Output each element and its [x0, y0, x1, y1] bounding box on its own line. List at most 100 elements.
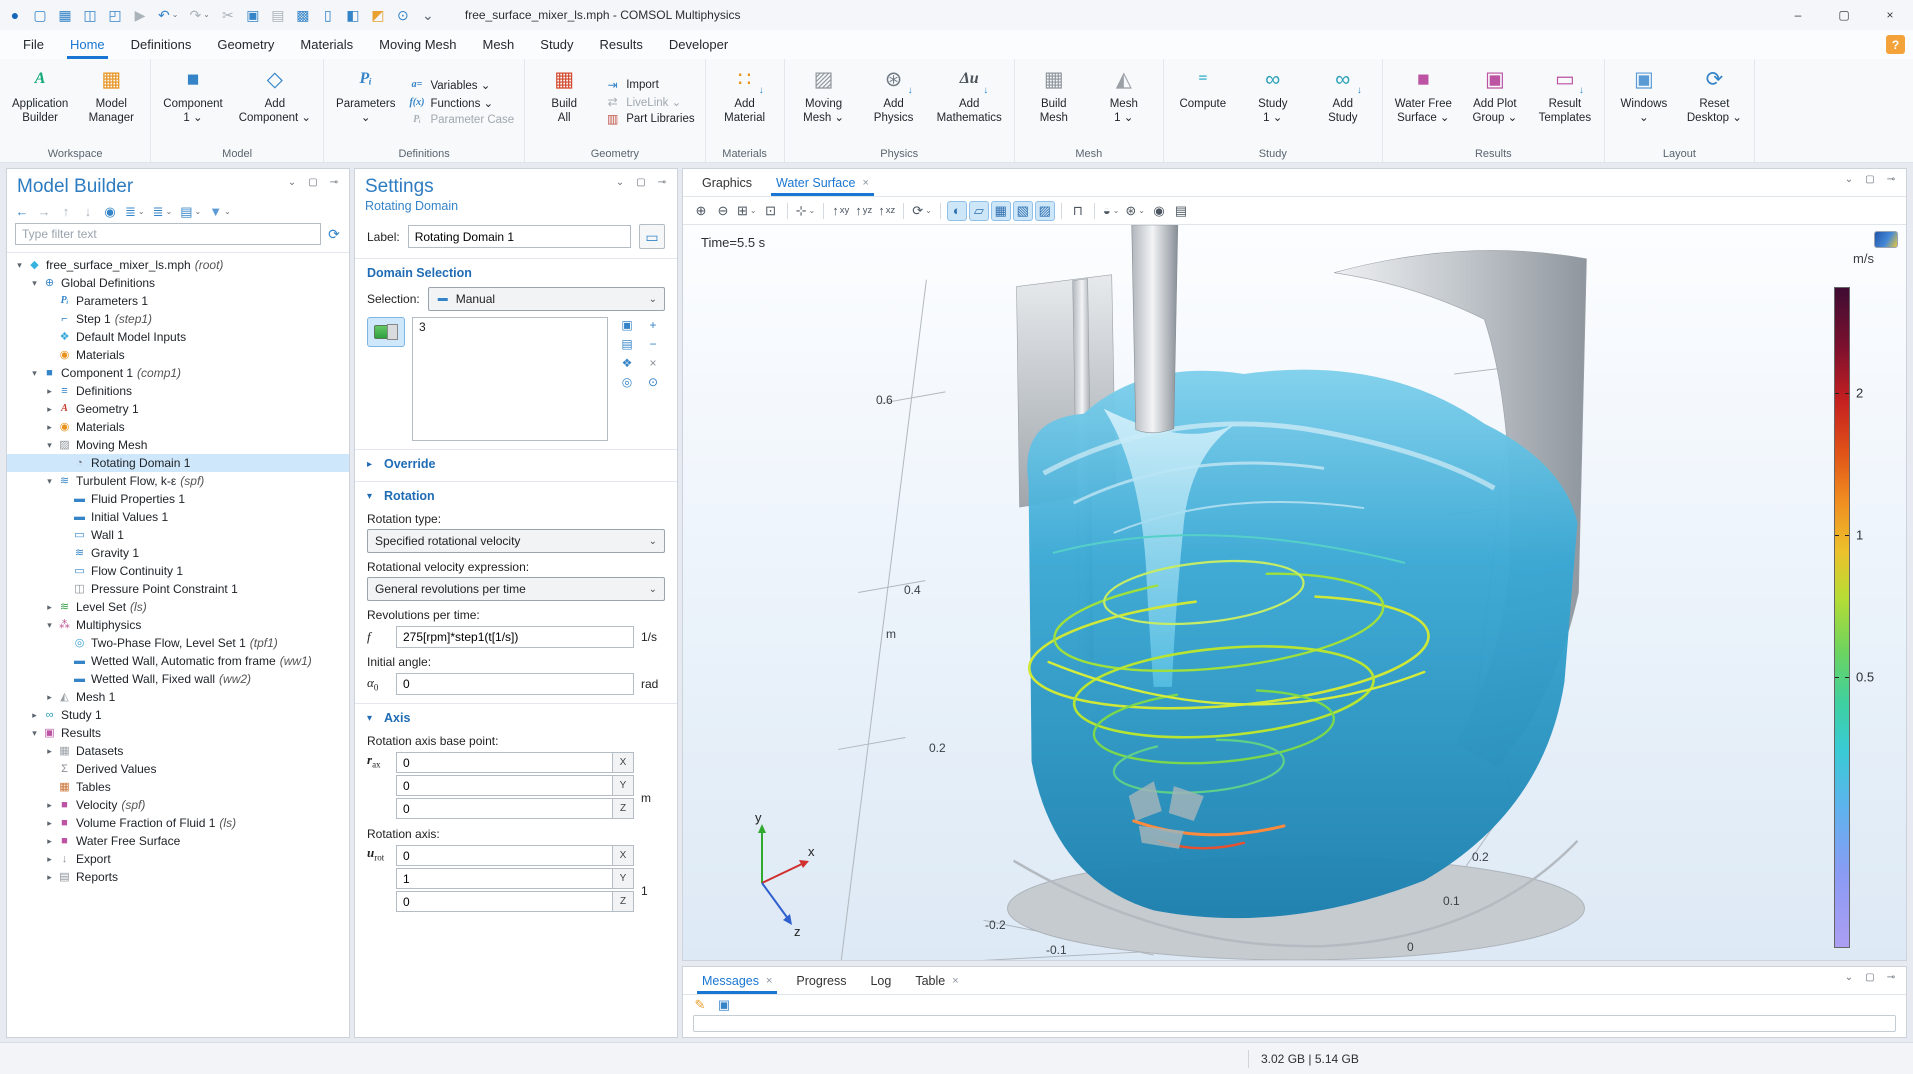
panel-menu-icon[interactable]: ⌄: [1842, 175, 1856, 185]
panel-pin-icon[interactable]: ⊸: [327, 178, 341, 188]
default-view-button[interactable]: ⊹⌄: [794, 201, 818, 221]
functions-button[interactable]: f(x)Functions ⌄: [409, 96, 514, 110]
tree-node[interactable]: ▾▣Results: [7, 724, 349, 742]
axis-z-input[interactable]: [396, 891, 612, 912]
graphics-canvas[interactable]: Time=5.5 s 0.60.4m0.2-0.2-0.100.10.2 m/s…: [683, 225, 1906, 960]
show-icon[interactable]: ◉: [103, 205, 117, 218]
tree-node[interactable]: ▾⁂Multiphysics: [7, 616, 349, 634]
close-tab-icon[interactable]: ×: [952, 975, 958, 987]
parameters-button[interactable]: PᵢParameters⌄: [329, 59, 402, 145]
duplicate-icon[interactable]: ▩: [296, 8, 310, 22]
base-x-input[interactable]: [396, 752, 612, 773]
view-xz-button[interactable]: ↑xz: [876, 201, 897, 221]
chevron-down-icon[interactable]: ▾: [13, 260, 26, 271]
filter-input[interactable]: [15, 223, 321, 245]
reset-desktop-button[interactable]: ⟳ResetDesktop ⌄: [1680, 59, 1749, 145]
view-xy-button[interactable]: ↑xy: [830, 201, 851, 221]
panel-float-icon[interactable]: ▢: [1863, 973, 1877, 983]
panel-menu-icon[interactable]: ⌄: [1842, 973, 1856, 983]
menu-tab-study[interactable]: Study: [527, 30, 586, 59]
zoom-in-button[interactable]: ⊕: [691, 201, 711, 221]
result-templates-button[interactable]: ▭↓ResultTemplates: [1531, 59, 1599, 145]
menu-tab-developer[interactable]: Developer: [656, 30, 741, 59]
new-file-icon[interactable]: ▢: [33, 8, 47, 22]
tree-node[interactable]: ▸■Velocity(spf): [7, 796, 349, 814]
chevron-down-icon[interactable]: ▾: [43, 620, 56, 631]
chevron-down-icon[interactable]: ▾: [43, 440, 56, 451]
axis-x-input[interactable]: [396, 845, 612, 866]
view-lock-button[interactable]: ⊓: [1068, 201, 1088, 221]
chevron-right-icon[interactable]: ▸: [43, 692, 56, 703]
tree-node[interactable]: ▸◉Materials: [7, 418, 349, 436]
add-selection-icon[interactable]: +: [646, 317, 660, 332]
livelink-button[interactable]: ⇄LiveLink ⌄: [605, 95, 694, 109]
variables-button[interactable]: a=Variables ⌄: [409, 78, 514, 92]
selection-colors-button[interactable]: ▨: [1035, 201, 1055, 221]
chevron-right-icon[interactable]: ▸: [43, 404, 56, 415]
application-builder-button[interactable]: AApplicationBuilder: [5, 59, 75, 145]
refresh-icon[interactable]: ⟳: [327, 227, 341, 241]
compute-button[interactable]: =Compute: [1169, 59, 1237, 145]
chevron-right-icon[interactable]: ▸: [43, 602, 56, 613]
axis-y-input[interactable]: [396, 868, 612, 889]
tree-node[interactable]: ▸■Volume Fraction of Fluid 1(ls): [7, 814, 349, 832]
rotate-button[interactable]: ⟳⌄: [910, 201, 934, 221]
menu-tab-results[interactable]: Results: [587, 30, 656, 59]
panel-float-icon[interactable]: ▢: [306, 178, 320, 188]
tab-table[interactable]: Table×: [904, 967, 969, 994]
tree-node[interactable]: ▸AGeometry 1: [7, 400, 349, 418]
tree-node[interactable]: ▬Wetted Wall, Automatic from frame(ww1): [7, 652, 349, 670]
paste-icon[interactable]: ▤: [271, 8, 285, 22]
tree-node[interactable]: ▾⊕Global Definitions: [7, 274, 349, 292]
zoom-box-button[interactable]: ⊞⌄: [735, 201, 759, 221]
label-input[interactable]: [408, 225, 631, 248]
build-mesh-button[interactable]: ▦BuildMesh: [1020, 59, 1088, 145]
cut-icon[interactable]: ✂: [221, 8, 235, 22]
zoom-selection-icon[interactable]: ⊙: [646, 374, 660, 389]
tree-node[interactable]: ◉Materials: [7, 346, 349, 364]
clear-selection-icon[interactable]: ×: [646, 355, 660, 370]
revolutions-input[interactable]: [396, 626, 634, 648]
tree-node[interactable]: ▾■Component 1(comp1): [7, 364, 349, 382]
rotation-type-dropdown[interactable]: Specified rotational velocity: [367, 529, 665, 553]
chevron-right-icon[interactable]: ▸: [43, 818, 56, 829]
tree-node[interactable]: ▾◆free_surface_mixer_ls.mph(root): [7, 256, 349, 274]
tree-node[interactable]: ◎Two-Phase Flow, Level Set 1(tpf1): [7, 634, 349, 652]
zoom-out-button[interactable]: ⊖: [713, 201, 733, 221]
tree-node[interactable]: ▸◭Mesh 1: [7, 688, 349, 706]
tree-node[interactable]: ▬Wetted Wall, Fixed wall(ww2): [7, 670, 349, 688]
selection-dropdown[interactable]: ▬ Manual: [428, 287, 665, 311]
chevron-down-icon[interactable]: ▾: [43, 476, 56, 487]
base-y-input[interactable]: [396, 775, 612, 796]
panel-pin-icon[interactable]: ⊸: [1884, 175, 1898, 185]
toolbar-overflow-icon[interactable]: ⌄: [421, 8, 435, 22]
chevron-right-icon[interactable]: ▸: [43, 872, 56, 883]
tree-node[interactable]: ▾▨Moving Mesh: [7, 436, 349, 454]
import-button[interactable]: ⇥Import: [605, 79, 694, 91]
snapshot-button[interactable]: ◉: [1149, 201, 1169, 221]
tree-node[interactable]: ▸■Water Free Surface: [7, 832, 349, 850]
menu-tab-materials[interactable]: Materials: [287, 30, 366, 59]
panel-float-icon[interactable]: ▢: [1863, 175, 1877, 185]
base-z-input[interactable]: [396, 798, 612, 819]
chevron-right-icon[interactable]: ▸: [43, 836, 56, 847]
selection-list-item[interactable]: 3: [419, 320, 601, 334]
tree-node[interactable]: PᵢParameters 1: [7, 292, 349, 310]
tree-node[interactable]: ◫Pressure Point Constraint 1: [7, 580, 349, 598]
select-region-icon[interactable]: ◧: [346, 8, 360, 22]
tab-graphics[interactable]: Graphics: [691, 169, 763, 196]
tree-node[interactable]: ▸∞Study 1: [7, 706, 349, 724]
chevron-right-icon[interactable]: ▸: [43, 422, 56, 433]
panel-menu-icon[interactable]: ⌄: [613, 178, 627, 188]
selection-list[interactable]: 3: [412, 317, 608, 441]
expand-all-icon[interactable]: ≣⌄: [125, 205, 145, 218]
active-toggle[interactable]: [367, 317, 405, 347]
angle-input[interactable]: [396, 673, 634, 695]
section-axis[interactable]: Axis: [355, 703, 677, 727]
tab-progress[interactable]: Progress: [785, 967, 857, 994]
part-libraries-button[interactable]: ▥Part Libraries: [605, 113, 694, 125]
mixer-3d-scene[interactable]: [683, 225, 1906, 960]
scene-light-button[interactable]: ◐: [947, 201, 967, 221]
go-forward-icon[interactable]: →: [37, 205, 51, 218]
menu-tab-geometry[interactable]: Geometry: [204, 30, 287, 59]
